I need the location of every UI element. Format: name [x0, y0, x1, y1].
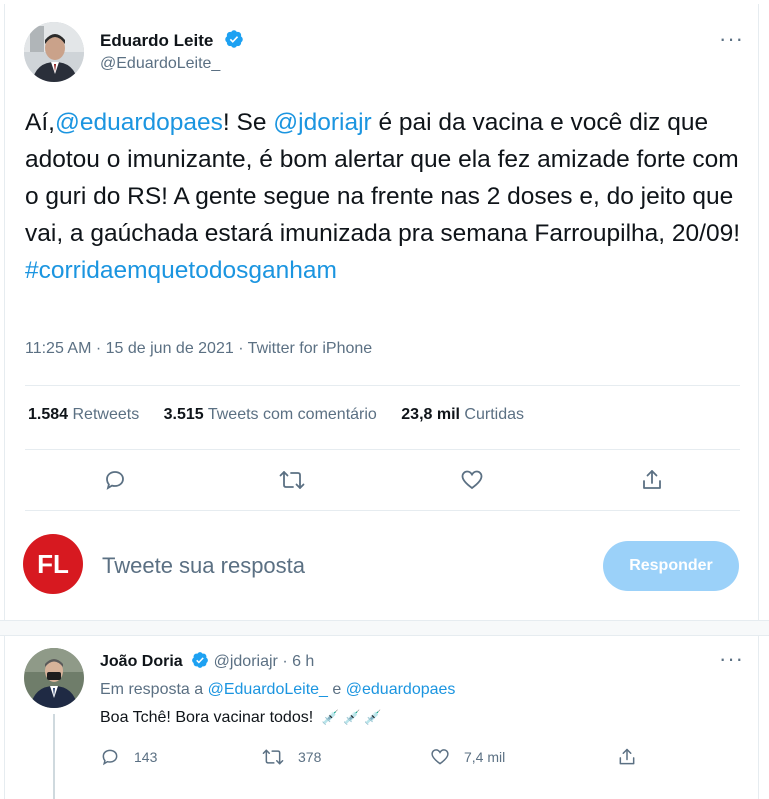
more-icon[interactable]: ··· — [719, 26, 744, 52]
retweets-label: Retweets — [72, 406, 140, 423]
thread-line — [53, 714, 55, 799]
tweet-timestamp[interactable]: 11:25 AM · 15 de jun de 2021 · Twitter f… — [25, 340, 372, 358]
divider — [25, 385, 740, 386]
reply-like-action[interactable]: 7,4 mil — [430, 747, 505, 767]
tweet-text: Aí,@eduardopaes! Se @jdoriajr é pai da v… — [25, 104, 745, 289]
reply-text: Boa Tchê! Bora vacinar todos! — [100, 709, 314, 726]
reply-share-action[interactable] — [617, 747, 637, 767]
user-avatar[interactable]: FL — [23, 534, 83, 594]
reply-reply-action[interactable]: 143 — [100, 747, 157, 767]
author-avatar[interactable] — [24, 22, 84, 82]
likes-count: 23,8 mil — [401, 406, 460, 423]
divider — [25, 510, 740, 511]
reply-author-handle[interactable]: @jdoriajr — [214, 653, 278, 670]
likes-stat[interactable]: 23,8 mil Curtidas — [401, 406, 524, 423]
author-name[interactable]: Eduardo Leite — [100, 31, 213, 50]
syringe-emoji: 💉 💉 💉 — [321, 709, 382, 725]
divider — [25, 449, 740, 450]
retweet-icon — [262, 749, 284, 765]
reply-replies-count: 143 — [134, 749, 158, 765]
reply-likes-count: 7,4 mil — [464, 749, 506, 765]
in-reply-to: Em resposta a @EduardoLeite_ e @eduardop… — [100, 681, 455, 699]
mention-jdoriajr[interactable]: @jdoriajr — [273, 109, 371, 136]
share-icon[interactable] — [632, 460, 672, 500]
retweet-icon[interactable] — [272, 460, 312, 500]
retweets-count: 1.584 — [28, 406, 69, 423]
reply-input[interactable]: Tweete sua resposta — [102, 553, 305, 579]
verified-badge-icon — [191, 651, 209, 674]
reply-author-avatar[interactable] — [24, 648, 84, 708]
tweet-text-intro: Aí, — [25, 109, 55, 136]
hashtag-link[interactable]: #corridaemquetodosganham — [25, 257, 337, 284]
reply-header: João Doria @jdoriajr · 6 h — [100, 651, 314, 674]
reply-retweets-count: 378 — [298, 749, 322, 765]
share-icon — [619, 748, 635, 765]
more-icon[interactable]: ··· — [719, 646, 744, 672]
retweets-stat[interactable]: 1.584 Retweets — [28, 406, 139, 423]
quotes-count: 3.515 — [163, 406, 204, 423]
verified-badge-icon — [224, 29, 244, 54]
reply-author-name[interactable]: João Doria — [100, 653, 183, 670]
mention-eduardopaes[interactable]: @eduardopaes — [55, 109, 223, 136]
author-handle[interactable]: @EduardoLeite_ — [100, 55, 220, 73]
likes-label: Curtidas — [464, 406, 524, 423]
reply-icon — [102, 749, 118, 766]
avatar-initials: FL — [37, 548, 69, 579]
reply-retweet-action[interactable]: 378 — [262, 747, 321, 767]
reply-icon[interactable] — [95, 460, 135, 500]
in-reply-user-link[interactable]: @EduardoLeite_ — [208, 681, 328, 698]
section-separator — [0, 620, 769, 636]
reply-time[interactable]: · 6 h — [282, 653, 314, 670]
like-icon — [431, 749, 449, 765]
author-name-row: Eduardo Leite — [100, 29, 244, 54]
in-reply-prefix: Em resposta a — [100, 681, 204, 698]
in-reply-and: e — [332, 681, 342, 698]
in-reply-user-link[interactable]: @eduardopaes — [346, 681, 456, 698]
reply-text-row: Boa Tchê! Bora vacinar todos! 💉 💉 💉 — [100, 709, 382, 727]
quotes-stat[interactable]: 3.515 Tweets com comentário — [164, 406, 377, 423]
tweet-text-mid: ! Se — [222, 109, 274, 136]
engagement-stats: 1.584 Retweets 3.515 Tweets com comentár… — [28, 406, 544, 424]
quotes-label: Tweets com comentário — [207, 406, 377, 423]
responder-button[interactable]: Responder — [603, 541, 739, 591]
like-icon[interactable] — [452, 460, 492, 500]
